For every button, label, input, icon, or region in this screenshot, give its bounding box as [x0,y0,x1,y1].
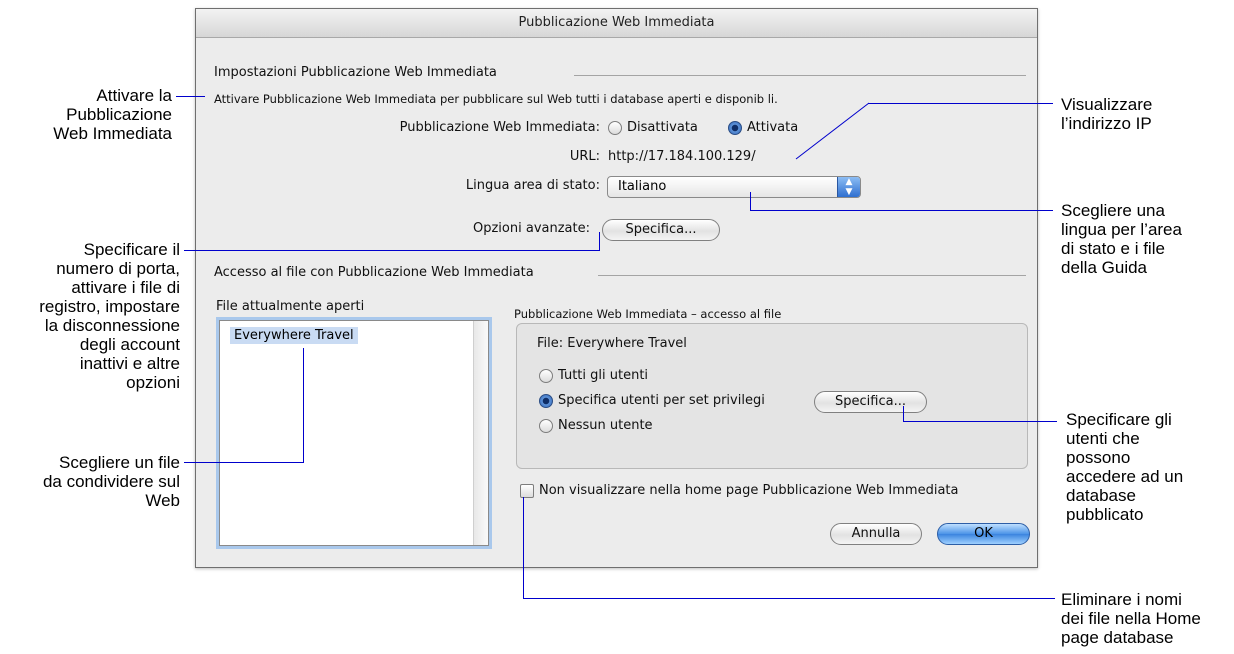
open-files-list[interactable]: Everywhere Travel [219,320,489,546]
annotation-share: Scegliere un file da condividere sul Web [42,453,180,510]
radio-specify-users[interactable] [539,394,553,408]
callout-line [523,497,524,599]
advanced-label: Opzioni avanzate: [473,221,590,236]
section-heading-settings: Impostazioni Pubblicazione Web Immediata [214,65,497,80]
iwp-dialog: Pubblicazione Web Immediata Impostazioni… [195,8,1038,568]
annotation-users: Specificare gli utenti che possono acced… [1066,410,1184,524]
radio-off[interactable] [608,121,622,135]
file-access-group: File: Everywhere Travel Tutti gli utenti… [516,323,1028,469]
section-divider [598,275,1026,276]
description-text: Attivare Pubblicazione Web Immediata per… [214,92,778,106]
radio-on[interactable] [728,121,742,135]
open-files-label: File attualmente aperti [216,299,365,314]
cancel-button[interactable]: Annulla [830,523,922,545]
callout-diagonal [795,102,870,160]
url-label: URL: [569,149,600,164]
radio-off-label[interactable]: Disattivata [627,120,698,135]
group-title: Pubblicazione Web Immediata – accesso al… [514,307,782,321]
annotation-hide: Eliminare i nomi dei file nella Home pag… [1061,590,1201,647]
callout-line [903,406,904,422]
language-label: Lingua area di stato: [465,178,600,193]
callout-line [523,598,1055,599]
radio-specify-users-label[interactable]: Specifica utenti per set privilegi [558,393,765,408]
annotation-port: Specificare il numero di porta, attivare… [39,240,180,392]
ok-button[interactable]: OK [937,523,1030,545]
callout-line [184,250,600,251]
hide-home-checkbox[interactable] [520,484,534,498]
list-scrollbar[interactable] [473,321,488,545]
annotation-language: Scegliere una lingua per l’area di stato… [1061,201,1182,277]
callout-line [184,462,304,463]
section-heading-access: Accesso al file con Pubblicazione Web Im… [214,265,534,280]
url-value: http://17.184.100.129/ [608,149,756,164]
annotation-enable: Attivare la Pubblicazione Web Immediata [53,86,172,143]
callout-line [599,232,600,251]
callout-line [176,96,205,97]
users-specify-button[interactable]: Specifica... [814,391,927,413]
callout-line [868,103,1053,104]
iwp-label: Pubblicazione Web Immediata: [399,120,600,135]
language-select-value: Italiano [618,179,667,194]
callout-line [750,210,1053,211]
hide-home-checkbox-label[interactable]: Non visualizzare nella home page Pubblic… [539,483,959,498]
radio-no-users[interactable] [539,419,553,433]
advanced-specify-button[interactable]: Specifica... [602,219,720,241]
callout-line [750,192,751,211]
radio-all-users-label[interactable]: Tutti gli utenti [558,368,648,383]
annotation-ip: Visualizzare l’indirizzo IP [1061,95,1153,133]
section-divider [574,75,1026,76]
radio-no-users-label[interactable]: Nessun utente [558,418,653,433]
file-label: File: Everywhere Travel [537,336,687,351]
radio-all-users[interactable] [539,369,553,383]
radio-on-label[interactable]: Attivata [747,120,798,135]
select-arrows-icon: ▲ ▼ [837,177,860,197]
callout-line [303,348,304,463]
dialog-title: Pubblicazione Web Immediata [196,9,1037,38]
language-select[interactable]: Italiano ▲ ▼ [607,176,861,198]
callout-line [903,421,1057,422]
list-item[interactable]: Everywhere Travel [230,327,358,344]
